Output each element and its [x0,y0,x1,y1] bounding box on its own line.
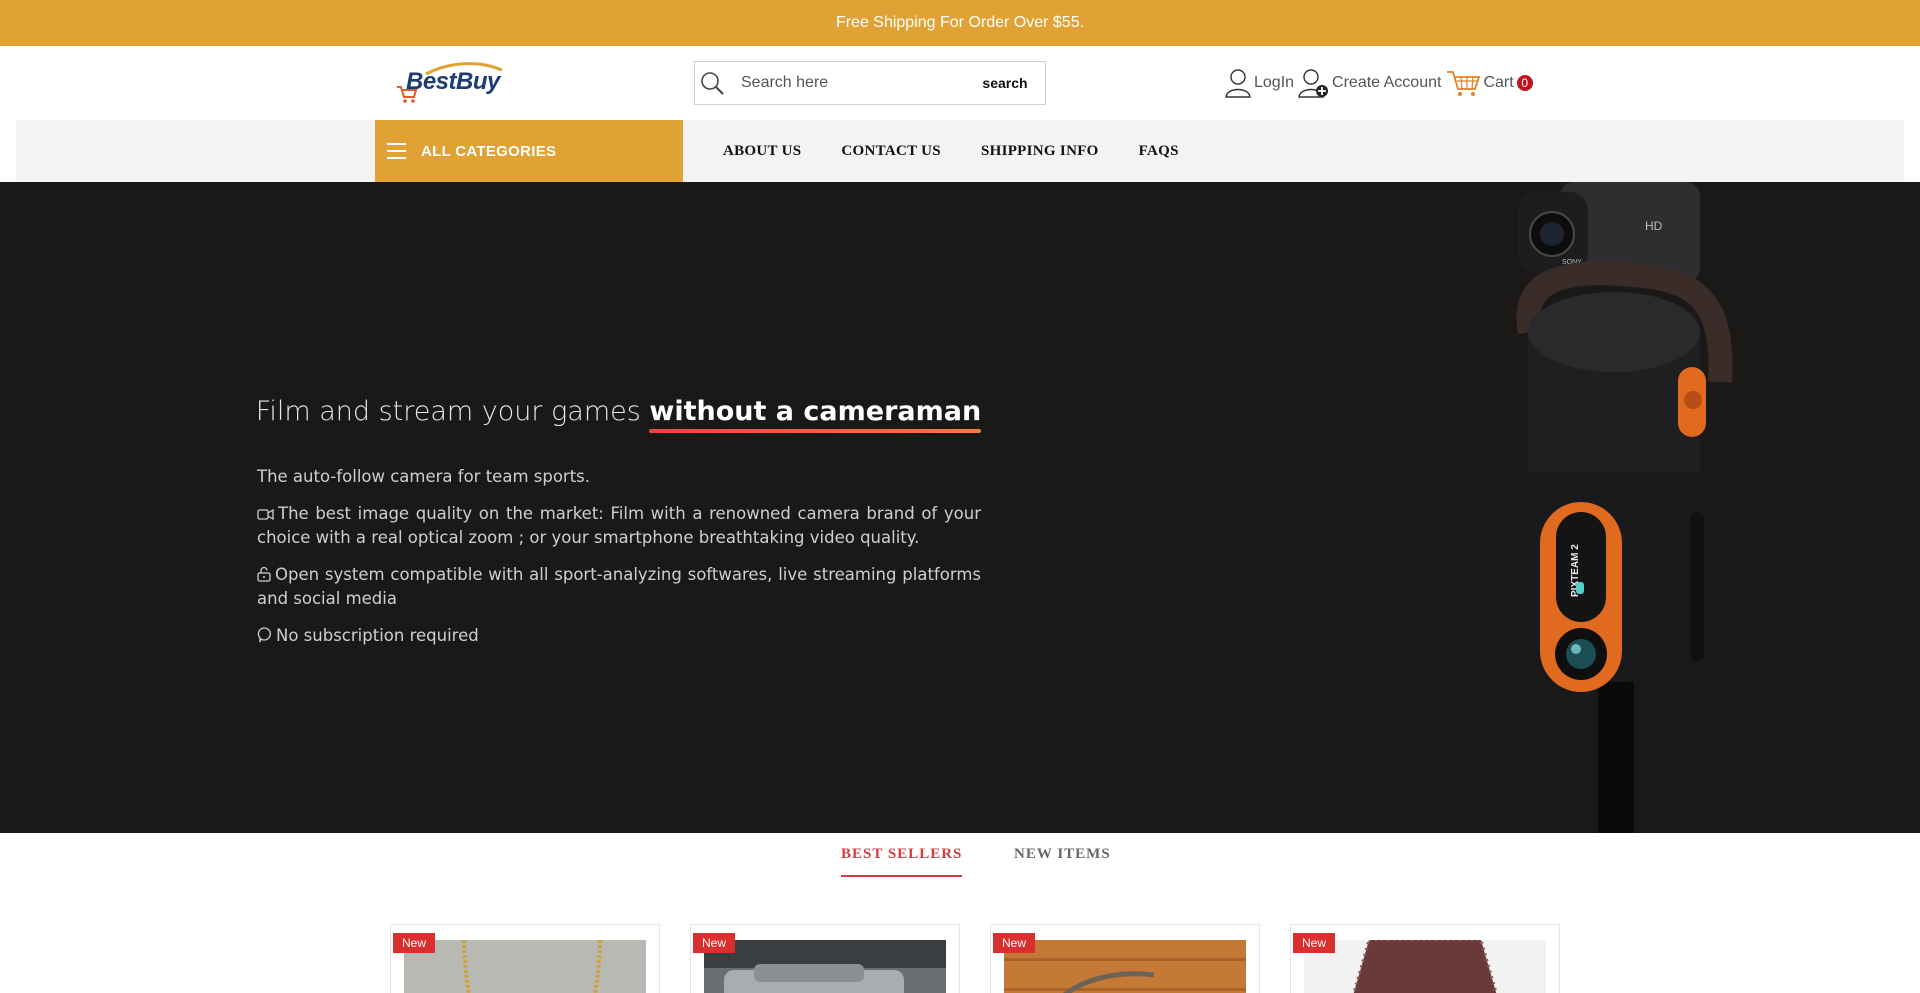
hero-title-prefix: Film and stream your games [255,396,650,427]
hero-line: The auto-follow camera for team sports. [257,465,981,489]
product-card[interactable]: New [690,924,960,993]
product-image [404,940,646,993]
product-image [1004,940,1246,993]
hero-line-text: Open system compatible with all sport-an… [257,565,981,608]
product-image [1304,940,1546,993]
add-user-icon [1298,69,1329,98]
user-icon [1225,69,1251,98]
cart-label: Cart [1483,74,1514,91]
nav-faqs[interactable]: FAQS [1139,143,1179,160]
hero-title-emphasis: without a cameraman [649,396,982,433]
cart-icon [1447,71,1481,96]
product-card[interactable]: New [990,924,1260,993]
video-camera-icon [257,508,274,521]
product-image [704,940,946,993]
shipping-banner-text: Free Shipping For Order Over $55. [835,14,1085,31]
hero-feature-list: The auto-follow camera for team sports. … [257,465,981,661]
create-account-label: Create Account [1332,74,1442,91]
all-categories-button[interactable]: ALL CATEGORIES [375,120,683,182]
new-badge: New [693,933,736,953]
product-card[interactable]: New [1290,924,1560,993]
hero-line-text: The auto-follow camera for team sports. [257,467,591,486]
site-header: BestBuy search LogIn [0,46,1920,120]
speech-bubble-icon [257,627,271,643]
login-link[interactable]: LogIn [1224,68,1294,98]
cart-count-badge: 0 [1516,75,1533,91]
unlock-icon [257,566,271,582]
new-badge: New [1293,933,1336,953]
logo-cart-icon [397,86,418,103]
hero-banner: Film and stream your games without a cam… [0,182,1920,833]
search-icon[interactable] [695,62,729,104]
nav-about-us[interactable]: ABOUT US [723,143,801,160]
hero-line-text: No subscription required [276,626,479,645]
new-badge: New [393,933,436,953]
hero-camera-image: HD SONY PIXTEAM 2 [1516,182,1733,833]
camera-hd-label: HD [1645,219,1663,233]
all-categories-label: ALL CATEGORIES [421,142,557,160]
nav-contact-us[interactable]: CONTACT US [841,143,941,160]
create-account-link[interactable]: Create Account [1298,68,1441,98]
nav-links: ABOUT US CONTACT US SHIPPING INFO FAQS [723,120,1219,182]
search-button[interactable]: search [965,63,1045,103]
product-tabs: BEST SELLERS NEW ITEMS [0,833,1920,893]
shipping-banner: Free Shipping For Order Over $55. [0,0,1920,46]
hero-line: Open system compatible with all sport-an… [257,563,981,611]
menu-icon [381,135,413,167]
cart-link[interactable]: Cart 0 [1445,68,1533,98]
hero-line: The best image quality on the market: Fi… [257,502,981,550]
hero-title: Film and stream your games without a cam… [0,396,1237,433]
search-input[interactable] [729,63,965,103]
login-label: LogIn [1254,74,1295,91]
site-logo[interactable]: BestBuy [396,56,506,106]
tab-new-items[interactable]: NEW ITEMS [1014,846,1111,863]
search-bar: search [694,61,1046,105]
account-links: LogIn Create Account Cart 0 [1224,66,1533,100]
tab-best-sellers[interactable]: BEST SELLERS [841,846,963,877]
nav-shipping-info[interactable]: SHIPPING INFO [981,143,1099,160]
logo-text: BestBuy [406,68,500,95]
product-card[interactable]: New [390,924,660,993]
hero-line-text: The best image quality on the market: Fi… [257,504,981,547]
hero-line: No subscription required [257,624,981,648]
new-badge: New [993,933,1036,953]
